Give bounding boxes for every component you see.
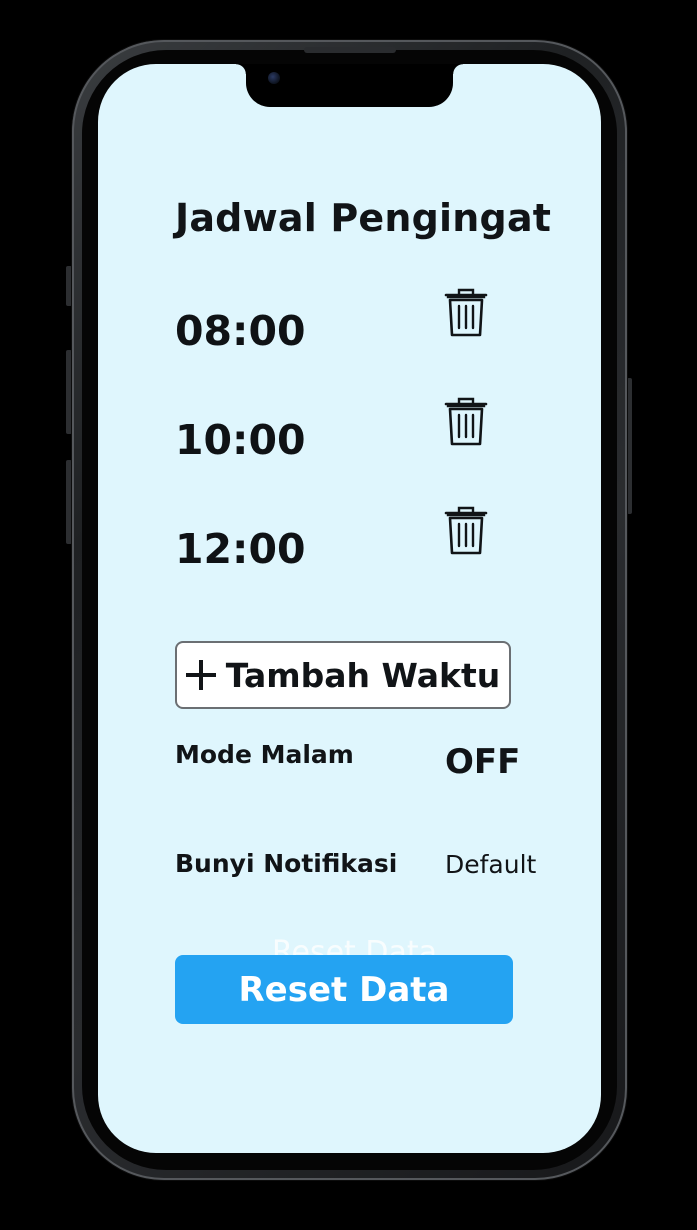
trash-icon[interactable]: [443, 287, 489, 339]
add-time-button[interactable]: Tambah Waktu: [175, 641, 511, 709]
reminder-row: 10:00: [175, 397, 505, 470]
app-screen: Jadwal Pengingat 08:00 10:00 12:00 Tamba…: [98, 64, 601, 1153]
trash-icon[interactable]: [443, 505, 489, 557]
device-mockup: Jadwal Pengingat 08:00 10:00 12:00 Tamba…: [0, 0, 697, 1230]
notification-sound-label: Bunyi Notifikasi: [175, 849, 398, 878]
notification-sound-value[interactable]: Default: [445, 850, 536, 879]
night-mode-label: Mode Malam: [175, 740, 354, 769]
reset-data-label: Reset Data: [238, 969, 450, 1010]
power-button: [627, 378, 632, 514]
speaker-grille: [304, 47, 396, 53]
add-time-label: Tambah Waktu: [225, 655, 501, 695]
reminder-row: 12:00: [175, 506, 505, 579]
reminder-time: 08:00: [175, 307, 306, 355]
plus-icon: [185, 660, 216, 690]
page-title: Jadwal Pengingat: [175, 196, 552, 240]
front-camera: [268, 72, 280, 84]
notch: [236, 64, 463, 107]
reminder-time: 10:00: [175, 416, 306, 464]
reset-data-button[interactable]: Reset Data: [175, 955, 513, 1024]
night-mode-toggle[interactable]: OFF: [445, 742, 520, 782]
trash-icon[interactable]: [443, 396, 489, 448]
reminder-time: 12:00: [175, 525, 306, 573]
reminder-row: 08:00: [175, 288, 505, 361]
